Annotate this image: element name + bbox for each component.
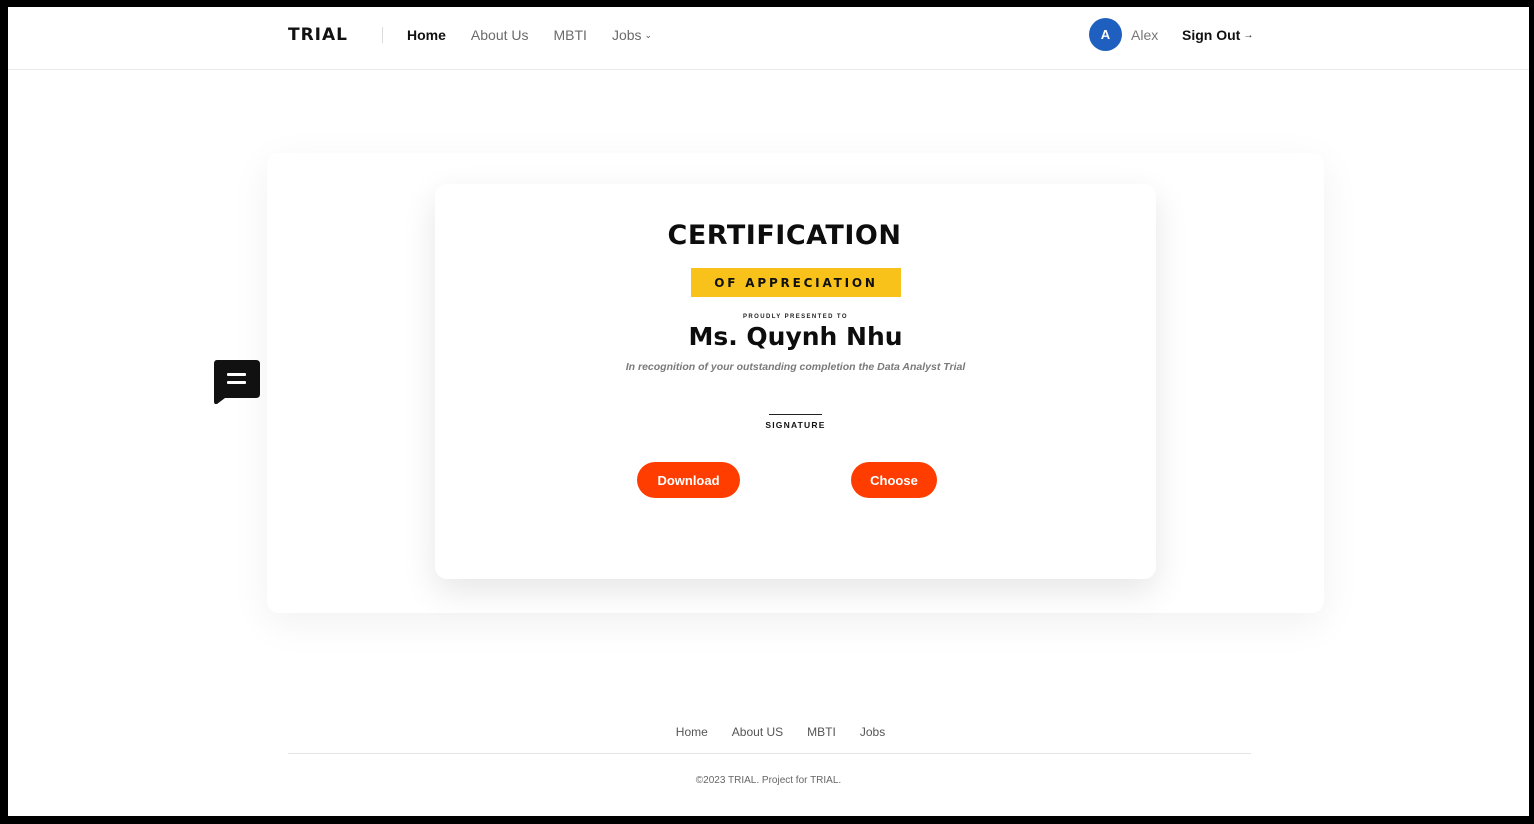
nav-item-about-us[interactable]: About Us [471,27,529,43]
nav-item-label: Jobs [611,27,642,43]
presented-to-label: PROUDLY PRESENTED TO [743,314,848,320]
recognition-text: In recognition of your outstanding compl… [625,361,966,373]
sign-out-button[interactable]: Sign Out → [1182,27,1253,43]
sign-out-label: Sign Out [1182,27,1241,43]
footer-link-about-us[interactable]: About US [732,725,783,739]
chat-icon [214,360,260,405]
chat-button[interactable] [213,360,261,405]
certificate-card: CERTIFICATION OF APPRECIATION PROUDLY PR… [435,184,1156,579]
certificate-subtitle-badge: OF APPRECIATION [691,268,901,297]
site-logo[interactable]: TRIAL [288,25,348,45]
footer-divider [288,753,1251,754]
arrow-right-icon: → [1243,29,1254,41]
top-navbar: TRIAL Home About Us MBTI Jobs ⌄ A Alex S… [8,7,1529,70]
nav-item-label: MBTI [553,27,587,43]
footer-link-jobs[interactable]: Jobs [860,725,885,739]
recipient-name: Ms. Quynh Nhu [688,322,903,351]
footer-link-home[interactable]: Home [676,725,708,739]
chevron-down-icon: ⌄ [644,29,653,40]
certificate-title: CERTIFICATION [667,220,902,251]
nav-item-label: Home [407,27,446,43]
page-frame: TRIAL Home About Us MBTI Jobs ⌄ A Alex S… [8,7,1529,816]
nav-item-label: About Us [470,27,529,43]
logo-divider [382,27,383,43]
avatar[interactable]: A [1089,18,1122,51]
footer-link-mbti[interactable]: MBTI [807,725,836,739]
download-button[interactable]: Download [637,462,740,498]
copyright-text: ©2023 TRIAL. Project for TRIAL. [695,775,842,786]
signature-label: SIGNATURE [765,420,826,430]
user-menu[interactable]: A Alex [1089,18,1158,51]
nav-item-home[interactable]: Home [407,27,446,43]
footer-nav: Home About US MBTI Jobs [8,725,1529,739]
choose-button[interactable]: Choose [851,462,937,498]
nav-item-mbti[interactable]: MBTI [554,27,587,43]
nav-item-jobs[interactable]: Jobs ⌄ [612,27,652,43]
user-name: Alex [1131,26,1159,43]
signature-line [769,414,822,415]
main-nav: Home About Us MBTI Jobs ⌄ [407,27,677,43]
